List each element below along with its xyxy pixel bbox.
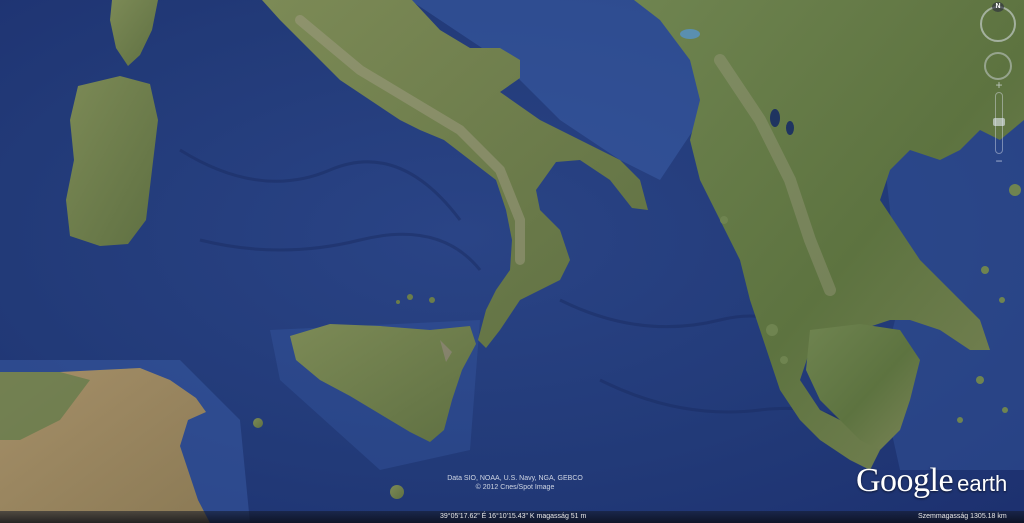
aeolian-1 xyxy=(407,294,413,300)
compass-north-label[interactable]: N xyxy=(992,2,1004,12)
zoom-out-button[interactable]: − xyxy=(991,154,1007,168)
aegean-island-2 xyxy=(981,266,989,274)
corfu xyxy=(720,216,728,224)
lake-3 xyxy=(786,121,794,135)
logo-google-text: Google xyxy=(856,462,954,499)
imagery-attribution: Data SIO, NOAA, U.S. Navy, NGA, GEBCO © … xyxy=(420,474,610,492)
zoom-slider-thumb[interactable] xyxy=(993,118,1005,126)
sardinia xyxy=(66,76,158,246)
kefalonia xyxy=(766,324,778,336)
attribution-line-1: Data SIO, NOAA, U.S. Navy, NGA, GEBCO xyxy=(447,475,583,482)
aegean-island-3 xyxy=(999,297,1005,303)
aeolian-3 xyxy=(396,300,400,304)
status-bar: 39°05'17.62" É 16°10'15.43" K magasság 5… xyxy=(0,511,1024,523)
navigation-controls[interactable]: N + − xyxy=(974,0,1024,220)
zakynthos xyxy=(780,356,788,364)
logo-earth-text: earth xyxy=(957,471,1008,496)
attribution-line-2: © 2012 Cnes/Spot Image xyxy=(475,484,555,491)
lake-1 xyxy=(680,29,700,39)
aegean-island-4 xyxy=(976,376,984,384)
pantelleria xyxy=(253,418,263,428)
satellite-map xyxy=(0,0,1024,523)
google-earth-logo: Google earth xyxy=(856,462,1007,506)
malta xyxy=(390,485,404,499)
map-viewport[interactable] xyxy=(0,0,1024,523)
zoom-in-button[interactable]: + xyxy=(991,78,1007,92)
aeolian-2 xyxy=(429,297,435,303)
cursor-coordinates: 39°05'17.62" É 16°10'15.43" K magasság 5… xyxy=(440,513,587,520)
eye-altitude: Szemmagasság 1305.18 km xyxy=(918,513,1007,520)
aegean-island-5 xyxy=(1002,407,1008,413)
look-joystick-icon[interactable] xyxy=(984,52,1012,80)
aegean-island-6 xyxy=(957,417,963,423)
lake-2 xyxy=(770,109,780,127)
